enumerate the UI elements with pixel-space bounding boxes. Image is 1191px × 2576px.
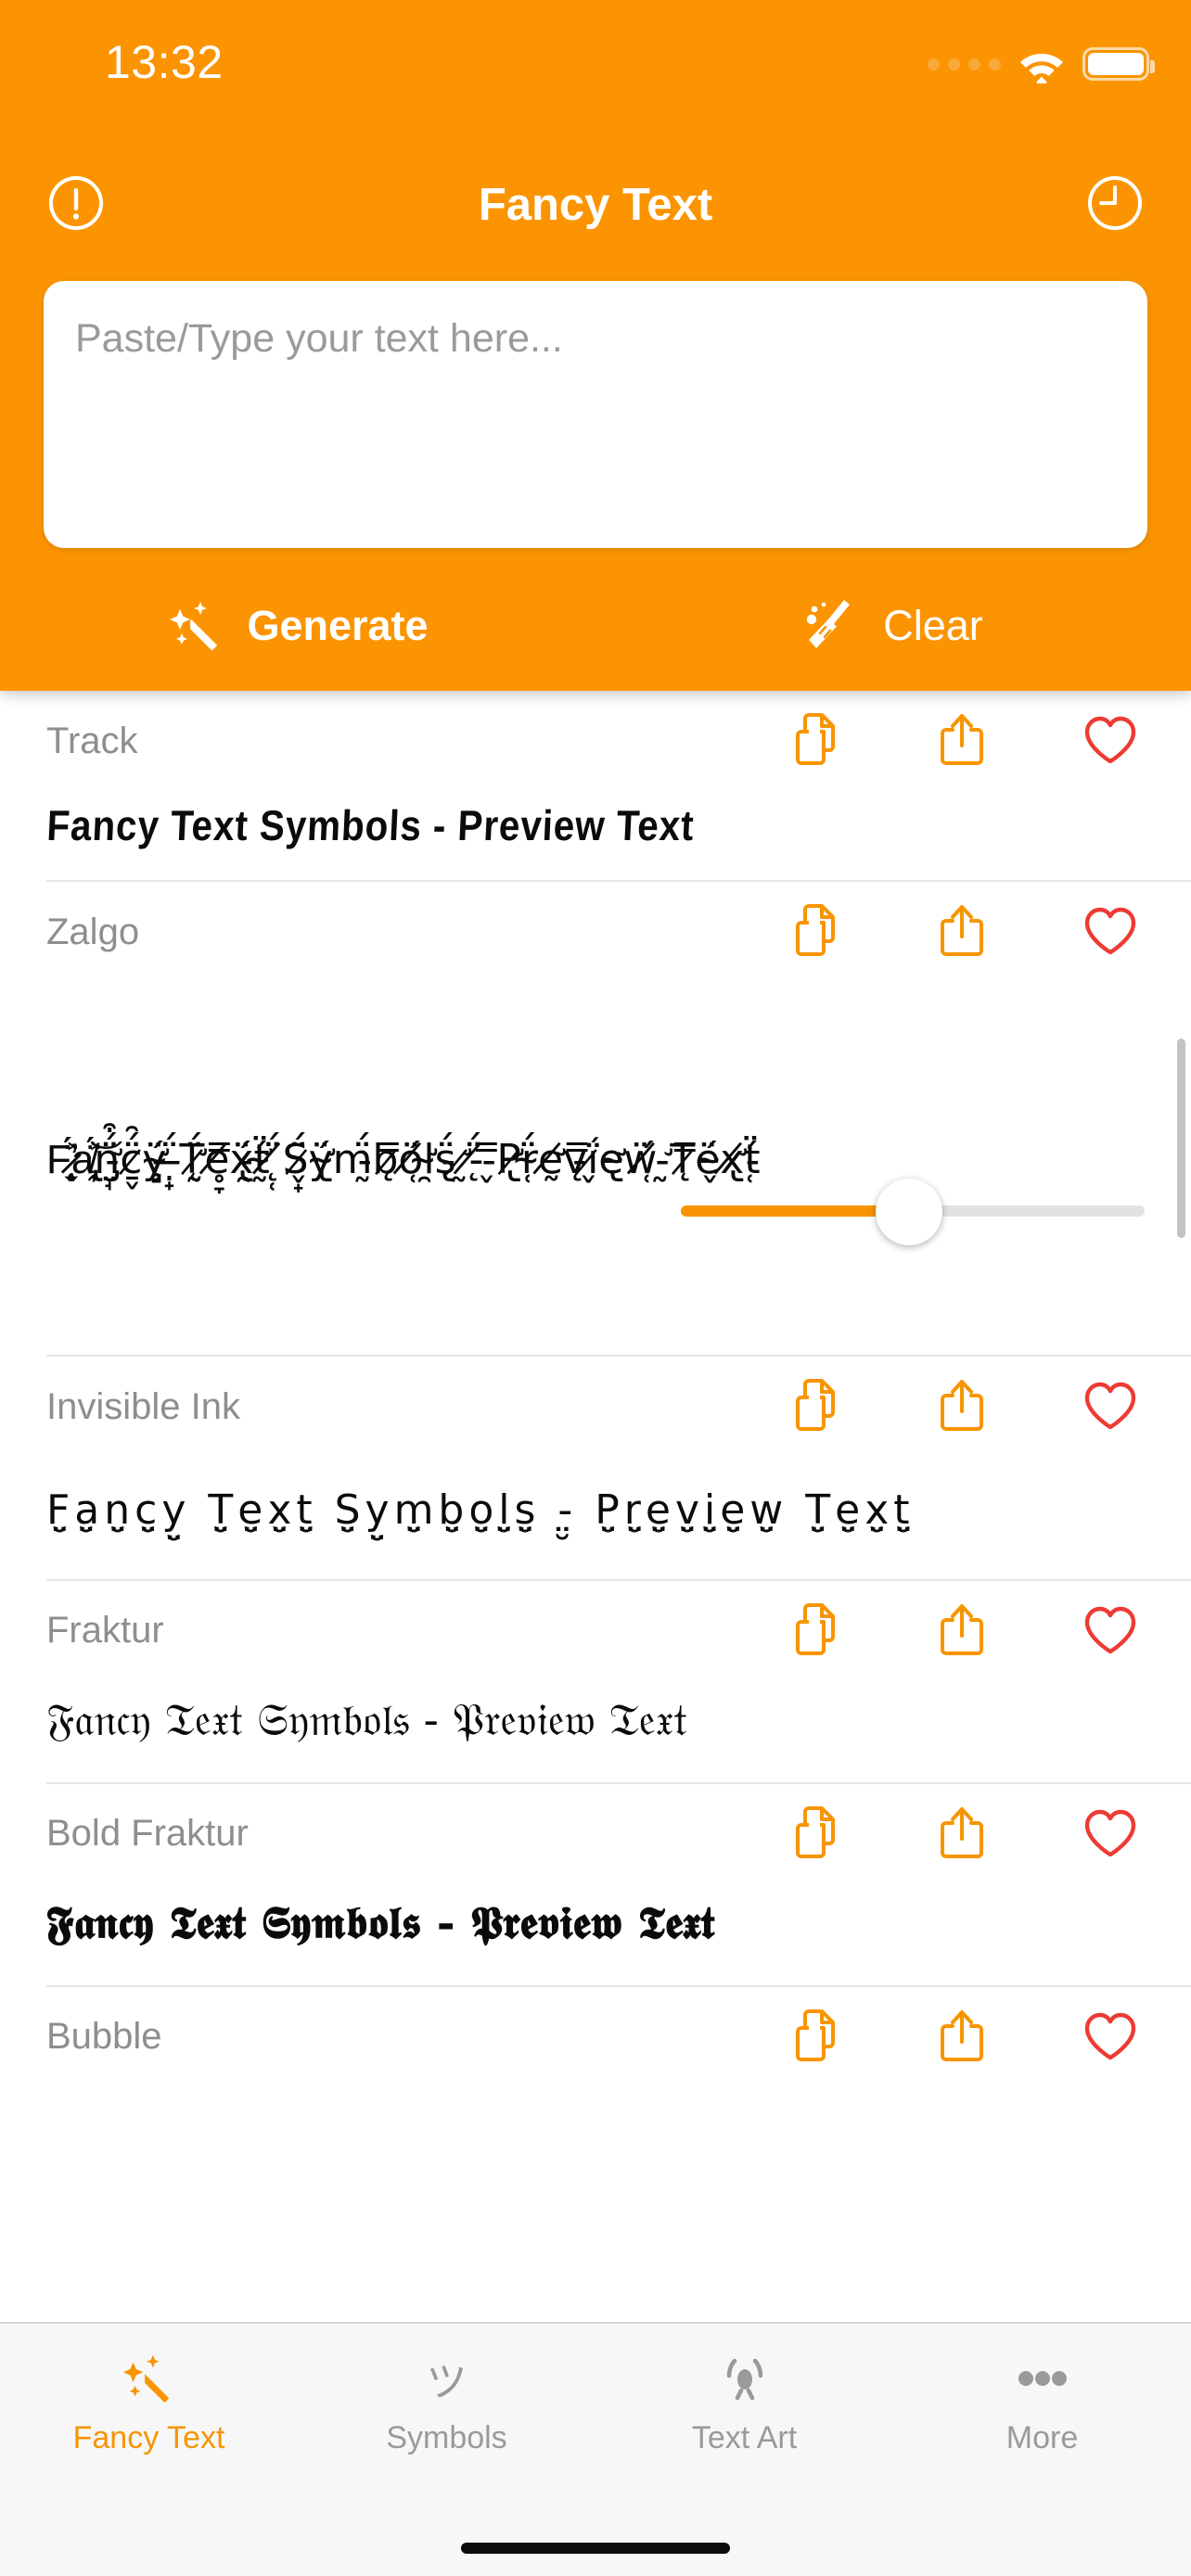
heart-outline-icon[interactable] [1082,1381,1139,1433]
tab-label: Symbols [386,2420,507,2455]
style-preview-text: Fancy Text Symbols - Preview Text [45,801,696,849]
text-input-field[interactable]: Paste/Type your text here... [44,281,1147,548]
style-name: Invisible Ink [46,1385,240,1427]
slider-thumb[interactable] [876,1179,942,1245]
share-up-arrow-icon[interactable] [937,1805,987,1863]
home-indicator [461,2543,730,2554]
share-up-arrow-icon[interactable] [937,1602,987,1660]
tab-fancy-text[interactable]: Fancy Text [0,2324,298,2456]
heart-outline-icon[interactable] [1082,715,1139,767]
style-name: Bubble [46,2016,162,2058]
status-bar: 13:32 [0,0,1191,93]
status-bar-time: 13:32 [105,36,224,88]
style-preview-text: 𝔉𝔞𝔫𝔠𝔶 𝔗𝔢𝔵𝔱 𝔖𝔶𝔪𝔟𝔬𝔩𝔰 - 𝔓𝔯𝔢𝔳𝔦𝔢𝔴 𝔗𝔢𝔵𝔱 [46,1693,687,1746]
list-item[interactable]: Fraktur 𝔉𝔞𝔫𝔠𝔶 𝔗𝔢𝔵𝔱 𝔖𝔶𝔪𝔟𝔬𝔩𝔰 - 𝔓𝔯𝔢𝔳𝔦𝔢𝔴 𝔗𝔢𝔵… [0,1581,1191,1784]
row-action-icons [790,1602,1145,1660]
copy-documents-icon[interactable] [790,1378,842,1435]
signal-dots-icon [928,57,1001,70]
style-name: Zalgo [46,911,140,952]
list-item[interactable]: Bold Fraktur 𝕱𝖆𝖓𝖈𝖞 𝕿𝖊𝖝𝖙 𝕾𝖞𝖒𝖇𝖔𝖑𝖘 - 𝕻𝖗𝖊𝖛𝖎𝖊… [0,1784,1191,1987]
bottom-tab-bar: Fancy Text ツ Symbols Text Art More [0,2322,1191,2576]
tab-label: Text Art [691,2420,798,2455]
list-item[interactable]: Invisible Ink F̤̮a̤̮n̤̮c̤̮y̤̮ T̤̮e̤̮x̤̮t… [0,1357,1191,1581]
style-preview-text: 𝕱𝖆𝖓𝖈𝖞 𝕿𝖊𝖝𝖙 𝕾𝖞𝖒𝖇𝖔𝖑𝖘 - 𝕻𝖗𝖊𝖛𝖎𝖊𝖜 𝕿𝖊𝖝𝖙 [46,1896,715,1949]
share-up-arrow-icon[interactable] [937,2009,987,2066]
row-action-icons [790,2009,1145,2066]
copy-documents-icon[interactable] [790,712,842,770]
list-item[interactable]: Track Fancy Text Symbols - Preview Text [0,691,1191,882]
clear-button-label: Clear [883,602,983,649]
copy-documents-icon[interactable] [790,903,842,961]
kaomoji-face-icon [716,2348,774,2409]
status-bar-indicators [928,45,1155,83]
magic-wand-sparkles-icon [121,2348,178,2409]
generate-button-label: Generate [247,602,429,649]
text-input-placeholder: Paste/Type your text here... [75,316,563,361]
clock-icon[interactable] [1085,173,1145,237]
zalgo-intensity-slider[interactable] [681,1179,1145,1245]
list-item-header: Bubble [46,1987,1145,2087]
scrollbar-thumb[interactable] [1177,1039,1185,1238]
style-preview-text: F̤̮a̤̮n̤̮c̤̮y̤̮ T̤̮e̤̮x̤̮t̤̮ S̤̮y̤̮m̤̮b̤… [46,1486,915,1534]
style-preview-text: F̷̨̛̜̬̟͎̈́͐̈́a̸̢̯̦͎͐̈́͝n̵̡̛̤̘̈́͒c̷̱̬̈́̑ÿ… [46,1136,761,1183]
styles-list[interactable]: Track Fancy Text Symbols - Preview Text … [0,691,1191,2322]
copy-documents-icon[interactable] [790,1805,842,1863]
style-name: Fraktur [46,1610,164,1651]
page-title: Fancy Text [478,180,713,230]
katakana-tsu-icon: ツ [426,2359,467,2406]
heart-outline-icon[interactable] [1082,906,1139,958]
row-action-icons [790,903,1145,961]
row-action-icons [790,712,1145,770]
tab-more[interactable]: More [893,2324,1191,2456]
list-item-header: Track [46,691,1145,791]
copy-documents-icon[interactable] [790,2009,842,2066]
share-up-arrow-icon[interactable] [937,712,987,770]
generate-button[interactable]: Generate [0,575,596,677]
row-action-icons [790,1805,1145,1863]
list-item[interactable]: Zalgo F̷̨̛̜̬̟͎̈́͐̈́a̸̢̯̦͎͐̈́͝n̵̡̛̤̘̈́͒c̷… [0,882,1191,1357]
app-header: 13:32 Fancy Text Paste/Type your text he… [0,0,1191,691]
magic-wand-sparkles-icon [170,602,218,651]
ellipsis-icon [1014,2348,1071,2409]
list-item-header: Fraktur [46,1581,1145,1681]
list-item[interactable]: Bubble [0,1987,1191,2087]
heart-outline-icon[interactable] [1082,1605,1139,1657]
share-up-arrow-icon[interactable] [937,903,987,961]
slider-fill [681,1205,903,1217]
action-buttons-row: Generate Clear [0,575,1191,677]
list-item-header: Bold Fraktur [46,1784,1145,1884]
tab-label: Fancy Text [72,2420,225,2455]
list-item-header: Invisible Ink [46,1357,1145,1457]
row-action-icons [790,1378,1145,1435]
share-up-arrow-icon[interactable] [937,1378,987,1435]
broom-icon [807,600,851,648]
tab-symbols[interactable]: ツ Symbols [298,2324,596,2456]
battery-full-icon [1082,47,1155,81]
heart-outline-icon[interactable] [1082,1808,1139,1860]
copy-documents-icon[interactable] [790,1602,842,1660]
style-name: Bold Fraktur [46,1813,249,1855]
list-item-header: Zalgo [46,882,1145,982]
heart-outline-icon[interactable] [1082,2011,1139,2063]
clear-button[interactable]: Clear [596,575,1191,677]
wifi-icon [1020,54,1063,83]
tab-label: More [1005,2420,1079,2455]
style-name: Track [46,720,138,761]
tab-text-art[interactable]: Text Art [596,2324,893,2456]
nav-bar: Fancy Text [0,153,1191,255]
